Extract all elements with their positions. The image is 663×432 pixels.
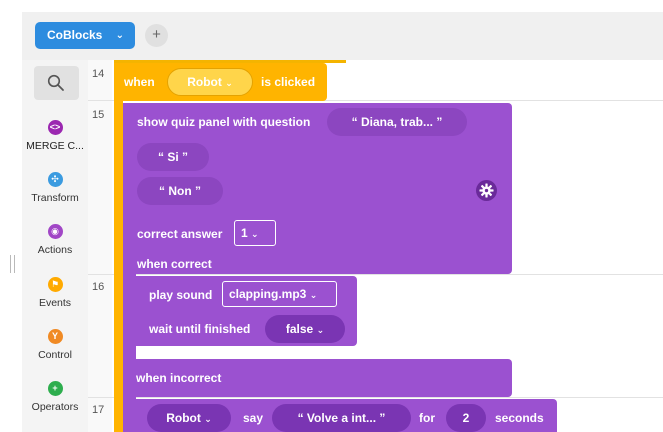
robot-say-block[interactable]: Robot ⌄ say “ Volve a int... ” for 2 sec… <box>136 399 557 432</box>
quiz-option-input[interactable]: “ Non ” <box>137 177 223 205</box>
line-number: 17 <box>92 404 105 416</box>
wait-until-finished-dropdown[interactable]: false ⌄ <box>265 315 345 343</box>
wait-value: false <box>285 322 314 336</box>
panel-resize-handle[interactable] <box>10 255 15 273</box>
correct-answer-value: 1 <box>241 226 248 240</box>
category-transform[interactable]: ✣ Transform <box>22 172 88 204</box>
block-settings-button[interactable] <box>476 180 497 201</box>
correct-answer-label: correct answer <box>137 227 223 241</box>
line-number: 15 <box>92 109 105 121</box>
play-sound-block[interactable]: play sound clapping.mp3 ⌄ wait until fin… <box>136 276 357 346</box>
top-bar: CoBlocks ⌄ + <box>22 12 663 60</box>
chevron-down-icon: ⌄ <box>204 414 212 424</box>
seconds-text: seconds <box>495 411 544 425</box>
category-events[interactable]: ⚑ Events <box>22 277 88 309</box>
category-actions[interactable]: ◉ Actions <box>22 224 88 256</box>
for-text: for <box>419 411 435 425</box>
merge-cube-icon: <> <box>47 120 63 135</box>
actions-icon: ◉ <box>47 224 63 239</box>
events-icon: ⚑ <box>47 277 63 292</box>
category-label: MERGE C... <box>26 140 84 152</box>
say-text: say <box>243 411 264 425</box>
category-label: Transform <box>31 192 79 204</box>
event-target-dropdown[interactable]: Robot ⌄ <box>167 68 253 96</box>
event-clicked-text: is clicked <box>261 75 316 89</box>
when-incorrect-section: when incorrect <box>123 359 512 397</box>
quiz-label: show quiz panel with question <box>137 115 311 129</box>
gear-icon <box>479 183 494 198</box>
event-target-label: Robot <box>187 75 222 89</box>
when-clicked-event-block[interactable]: when Robot ⌄ is clicked <box>114 63 327 101</box>
project-tab[interactable]: CoBlocks ⌄ <box>35 22 135 49</box>
add-tab-button[interactable]: + <box>145 24 168 47</box>
say-target-label: Robot <box>166 411 201 425</box>
category-control[interactable]: Y Control <box>22 329 88 361</box>
quiz-question-input[interactable]: “ Diana, trab... ” <box>327 108 467 136</box>
category-label: Events <box>38 297 72 309</box>
chevron-down-icon: ⌄ <box>251 229 259 239</box>
say-message-input[interactable]: “ Volve a int... ” <box>272 404 411 432</box>
play-sound-label: play sound <box>149 288 213 302</box>
operators-icon: + <box>47 381 63 396</box>
category-label: Operators <box>31 401 79 413</box>
event-block-spine <box>114 63 123 432</box>
correct-answer-dropdown[interactable]: 1 ⌄ <box>234 220 276 246</box>
left-gutter <box>0 0 22 432</box>
search-button[interactable] <box>34 66 79 100</box>
category-merge-c[interactable]: <> MERGE C... <box>22 120 88 152</box>
when-correct-label: when correct <box>137 257 212 271</box>
line-number: 16 <box>92 281 105 293</box>
row-separator <box>88 397 663 398</box>
chevron-down-icon: ⌄ <box>225 78 233 88</box>
chevron-down-icon: ⌄ <box>316 325 325 335</box>
event-when-text: when <box>124 75 155 89</box>
project-tab-label: CoBlocks <box>47 28 103 42</box>
quiz-panel-block[interactable]: show quiz panel with question “ Diana, t… <box>123 103 512 274</box>
control-icon: Y <box>47 329 63 344</box>
sound-file-value: clapping.mp3 <box>229 287 307 301</box>
search-icon <box>47 74 64 91</box>
quiz-option-input[interactable]: “ Si ” <box>137 143 209 171</box>
chevron-down-icon: ⌄ <box>115 30 124 41</box>
quiz-block-spine <box>123 274 136 432</box>
category-operators[interactable]: + Operators <box>22 381 88 413</box>
row-separator <box>88 274 663 275</box>
sound-file-dropdown[interactable]: clapping.mp3 ⌄ <box>222 281 337 307</box>
category-label: Actions <box>37 244 73 256</box>
say-target-dropdown[interactable]: Robot ⌄ <box>147 404 231 432</box>
line-number: 14 <box>92 68 105 80</box>
chevron-down-icon: ⌄ <box>309 290 318 300</box>
category-label: Control <box>38 349 72 361</box>
wait-until-finished-label: wait until finished <box>149 322 251 336</box>
coblocks-editor: CoBlocks ⌄ + <> MERGE C... ✣ Transform ◉ Acti… <box>0 0 663 432</box>
seconds-input[interactable]: 2 <box>446 404 486 432</box>
when-incorrect-label: when incorrect <box>136 371 222 385</box>
transform-icon: ✣ <box>47 172 63 187</box>
